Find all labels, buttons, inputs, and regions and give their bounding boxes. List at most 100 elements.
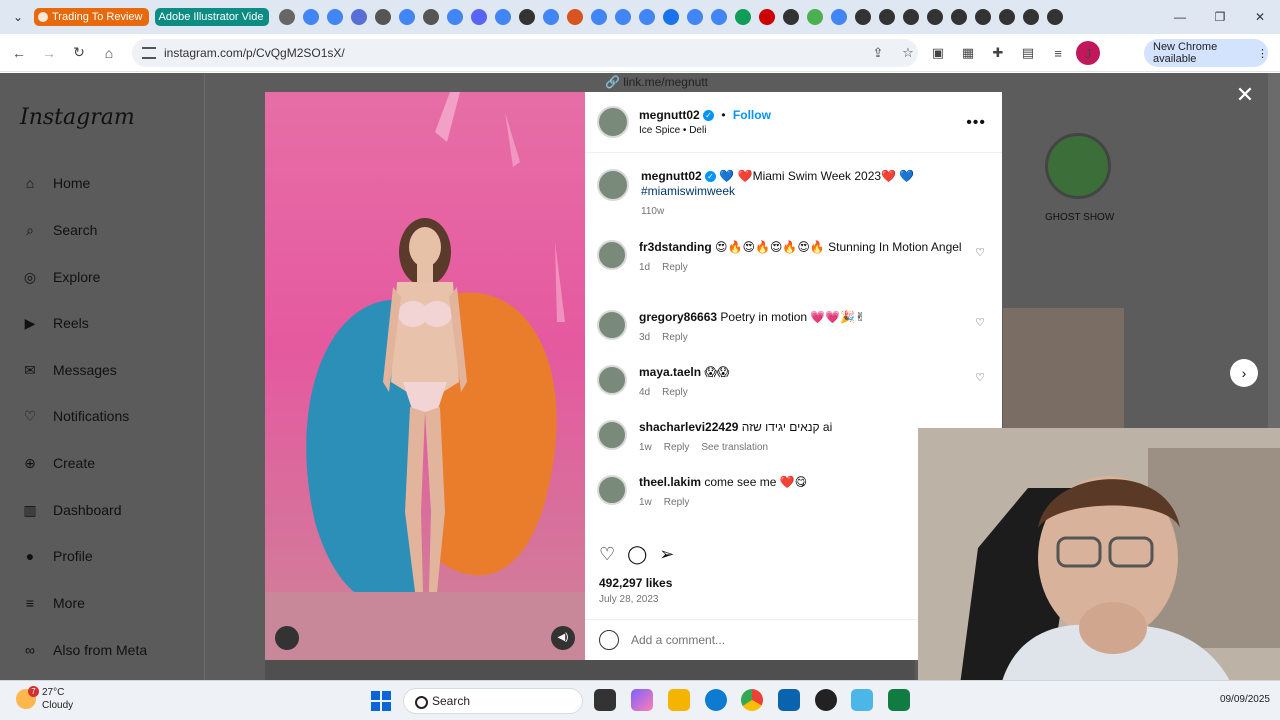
caption-username[interactable]: megnutt02 [641, 169, 702, 183]
bookmark-star-icon[interactable]: ☆ [896, 41, 920, 65]
post-location[interactable]: Ice Spice • Deli [639, 125, 771, 136]
tab-trading-to-review[interactable]: Trading To Review [34, 8, 149, 26]
pinned-tab-icon[interactable] [903, 9, 920, 25]
reload-icon[interactable]: ↻ [64, 38, 94, 68]
app-icon[interactable] [851, 689, 873, 711]
pinned-tab-icon[interactable] [783, 9, 800, 25]
reply-button[interactable]: Reply [664, 442, 690, 453]
extension-icon[interactable]: ▦ [956, 41, 980, 65]
task-view-icon[interactable] [594, 689, 616, 711]
taskbar-search[interactable]: Search [403, 688, 583, 714]
pinned-tab-icon[interactable] [303, 9, 320, 25]
comment-username[interactable]: fr3dstanding [639, 240, 712, 254]
nav-item-dashboard[interactable]: ▥ Dashboard [20, 500, 121, 520]
pinned-tab-icon[interactable] [687, 9, 704, 25]
like-heart-icon[interactable]: ♡ [599, 544, 615, 565]
pinned-tab-icon[interactable] [1023, 9, 1040, 25]
edge-icon[interactable] [705, 689, 727, 711]
pinned-tab-icon[interactable] [927, 9, 944, 25]
nav-item-profile[interactable]: ● Profile [20, 546, 93, 566]
story-avatar[interactable] [1045, 133, 1111, 199]
pinned-tab-icon[interactable] [351, 9, 368, 25]
pinned-tab-icon[interactable] [375, 9, 392, 25]
nav-item-create[interactable]: ⊕ Create [20, 453, 95, 473]
pinned-tab-icon[interactable] [447, 9, 464, 25]
tab-search-icon[interactable]: ⌄ [8, 7, 28, 27]
pinned-tab-icon[interactable] [663, 9, 680, 25]
pinned-tab-icon[interactable] [831, 9, 848, 25]
hashtag-link[interactable]: #miamiswimweek [641, 184, 735, 198]
comment-like-icon[interactable]: ♡ [975, 371, 985, 384]
site-info-icon[interactable] [142, 47, 156, 59]
comment-icon[interactable]: ◯ [627, 544, 647, 565]
url-omnibox[interactable]: instagram.com/p/CvQgM2SO1sX/ [132, 39, 918, 67]
instagram-logo[interactable]: Instagram [20, 105, 135, 130]
media-icon[interactable]: ≡ [1046, 41, 1070, 65]
avatar[interactable] [597, 240, 627, 270]
file-explorer-icon[interactable] [668, 689, 690, 711]
pinned-tab-icon[interactable] [591, 9, 608, 25]
reply-button[interactable]: Reply [662, 262, 688, 273]
pinned-tab-icon[interactable] [567, 9, 584, 25]
copilot-icon[interactable] [631, 689, 653, 711]
pinned-tab-icon[interactable] [471, 9, 488, 25]
nav-item-reels[interactable]: ▶ Reels [20, 313, 89, 333]
pinned-tab-icon[interactable] [495, 9, 512, 25]
comment-username[interactable]: theel.lakim [639, 475, 701, 489]
share-icon[interactable]: ➢ [659, 544, 674, 565]
pinned-tab-icon[interactable] [711, 9, 728, 25]
pinned-tab-icon[interactable] [615, 9, 632, 25]
weather-widget[interactable]: 7 27°C Cloudy [16, 686, 73, 712]
pinned-tab-icon[interactable] [399, 9, 416, 25]
pinned-tab-icon[interactable] [735, 9, 752, 25]
comment-username[interactable]: gregory86663 [639, 310, 717, 324]
add-comment-input[interactable]: Add a comment... [631, 633, 725, 647]
avatar[interactable] [597, 169, 629, 201]
nav-item-also-from-meta[interactable]: ∞ Also from Meta [20, 640, 147, 660]
close-window-icon[interactable]: ✕ [1240, 0, 1280, 34]
avatar[interactable] [597, 420, 627, 450]
pinned-tab-icon[interactable] [327, 9, 344, 25]
pinned-tab-icon[interactable] [807, 9, 824, 25]
pinned-tab-icon[interactable] [519, 9, 536, 25]
reply-button[interactable]: Reply [662, 387, 688, 398]
windows-start-icon[interactable] [371, 691, 391, 711]
sidepanel-icon[interactable]: ▤ [1016, 41, 1040, 65]
tagged-user-icon[interactable] [275, 626, 299, 650]
link-banner[interactable]: 🔗 link.me/megnutt [605, 75, 708, 89]
pinned-tab-icon[interactable] [1047, 9, 1064, 25]
home-icon[interactable]: ⌂ [94, 38, 124, 68]
reply-button[interactable]: Reply [662, 332, 688, 343]
comment-username[interactable]: shacharlevi22429 [639, 420, 738, 434]
new-chrome-button[interactable]: New Chrome available ⋮ [1144, 39, 1268, 67]
pinned-tab-icon[interactable] [639, 9, 656, 25]
nav-item-home[interactable]: ⌂ Home [20, 173, 91, 193]
extension-icon[interactable]: ▣ [926, 41, 950, 65]
nav-item-more[interactable]: ≡ More [20, 593, 85, 613]
comment-like-icon[interactable]: ♡ [975, 316, 985, 329]
minimize-icon[interactable]: — [1160, 0, 1200, 34]
reply-button[interactable]: Reply [664, 497, 690, 508]
avatar[interactable] [597, 365, 627, 395]
avatar[interactable] [597, 106, 629, 138]
more-options-icon[interactable]: ••• [966, 114, 986, 132]
pinned-tab-icon[interactable] [951, 9, 968, 25]
close-modal-icon[interactable]: ✕ [1235, 84, 1255, 106]
post-username[interactable]: megnutt02 [639, 108, 700, 122]
excel-icon[interactable] [888, 689, 910, 711]
reel-thumbnail[interactable] [1003, 308, 1124, 428]
outlook-icon[interactable] [778, 689, 800, 711]
follow-button[interactable]: Follow [733, 108, 771, 122]
back-arrow-icon[interactable]: ← [4, 38, 34, 68]
pinned-tab-icon[interactable] [423, 9, 440, 25]
pinned-tab-icon[interactable] [759, 9, 776, 25]
next-post-button[interactable]: › [1230, 359, 1258, 387]
pinned-tab-icon[interactable] [279, 9, 296, 25]
pinned-tab-icon[interactable] [999, 9, 1016, 25]
chrome-icon[interactable] [741, 689, 763, 711]
profile-avatar[interactable]: J [1076, 41, 1100, 65]
nav-item-messages[interactable]: ✉ Messages [20, 360, 117, 380]
see-translation-link[interactable]: See translation [701, 442, 768, 453]
comment-like-icon[interactable]: ♡ [975, 246, 985, 259]
kebab-menu-icon[interactable]: ⋮ [1257, 47, 1268, 60]
